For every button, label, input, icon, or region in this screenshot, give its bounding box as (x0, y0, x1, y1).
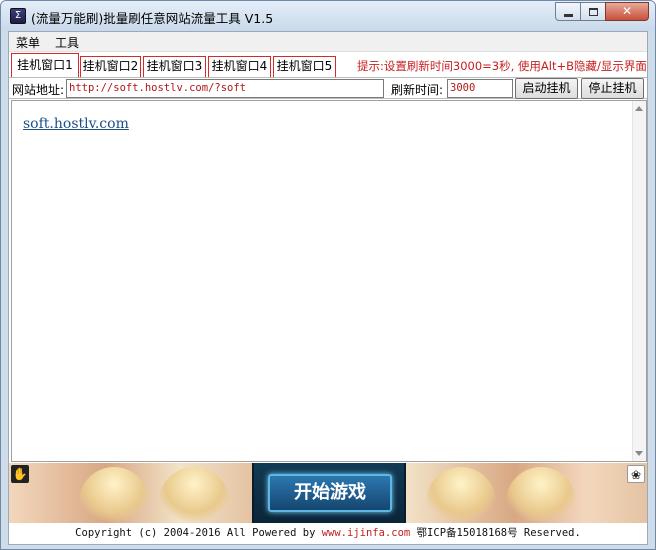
character-figure-right (426, 467, 496, 523)
maximize-icon (589, 8, 598, 16)
web-view[interactable]: soft.hostlv.com (11, 100, 647, 462)
tab-strip: 挂机窗口1 挂机窗口2 挂机窗口3 挂机窗口4 挂机窗口5 提示:设置刷新时间3… (9, 53, 647, 77)
window-title: (流量万能刷)批量刷任意网站流量工具 V1.5 (31, 11, 274, 26)
tab-window-1[interactable]: 挂机窗口1 (11, 53, 79, 77)
scroll-up-icon[interactable] (635, 106, 643, 111)
stop-button[interactable]: 停止挂机 (581, 78, 644, 99)
app-icon: Σ (10, 8, 26, 24)
banner-art-left (9, 463, 252, 523)
hint-text: 提示:设置刷新时间3000=3秒, 使用Alt+B隐藏/显示界面 (357, 59, 647, 73)
maximize-button[interactable] (580, 2, 606, 21)
minimize-icon (564, 14, 573, 17)
menu-bar: 菜单 工具 (9, 32, 647, 52)
title-bar[interactable]: Σ (流量万能刷)批量刷任意网站流量工具 V1.5 ✕ (1, 1, 655, 31)
character-figure-left-2 (159, 467, 229, 523)
tab-window-4[interactable]: 挂机窗口4 (208, 56, 271, 77)
minimize-button[interactable] (555, 2, 581, 21)
paw-icon[interactable]: ❀ (627, 465, 645, 483)
hand-icon[interactable]: ✋ (11, 465, 29, 483)
address-row: 网站地址: http://soft.hostlv.com/?soft 刷新时间:… (9, 77, 647, 99)
close-icon: ✕ (621, 4, 633, 18)
character-figure-left (79, 467, 149, 523)
address-input[interactable]: http://soft.hostlv.com/?soft (66, 79, 384, 98)
footer-prefix: Copyright (c) 2004-2016 All Powered by (75, 527, 322, 539)
refresh-label: 刷新时间: (391, 83, 444, 97)
start-button[interactable]: 启动挂机 (515, 78, 578, 99)
menu-item-menu[interactable]: 菜单 (12, 34, 44, 51)
footer-site-link[interactable]: www.ijinfa.com (322, 527, 411, 539)
client-area: 菜单 工具 挂机窗口1 挂机窗口2 挂机窗口3 挂机窗口4 挂机窗口5 提示:设… (8, 31, 648, 545)
ad-banner[interactable]: ✋ ❀ 开始游戏 (9, 463, 647, 523)
banner-art-right (406, 463, 647, 523)
web-page-link[interactable]: soft.hostlv.com (23, 116, 129, 132)
footer-copyright: Copyright (c) 2004-2016 All Powered by w… (9, 523, 647, 544)
address-label: 网站地址: (12, 83, 65, 97)
character-figure-right-2 (506, 467, 576, 523)
app-window: Σ (流量万能刷)批量刷任意网站流量工具 V1.5 ✕ 菜单 工具 挂机窗口1 … (0, 0, 656, 550)
window-controls: ✕ (555, 2, 649, 22)
close-button[interactable]: ✕ (605, 2, 649, 21)
refresh-interval-input[interactable]: 3000 (447, 79, 513, 98)
banner-center-panel: 开始游戏 (252, 463, 406, 523)
tab-window-5[interactable]: 挂机窗口5 (273, 56, 336, 77)
footer-suffix: 鄂ICP备15018168号 Reserved. (410, 527, 581, 539)
tab-window-2[interactable]: 挂机窗口2 (80, 56, 141, 77)
menu-item-tools[interactable]: 工具 (51, 34, 83, 51)
vertical-scrollbar[interactable] (632, 101, 646, 461)
start-game-button[interactable]: 开始游戏 (268, 474, 392, 512)
scroll-down-icon[interactable] (635, 451, 643, 456)
tab-window-3[interactable]: 挂机窗口3 (143, 56, 206, 77)
